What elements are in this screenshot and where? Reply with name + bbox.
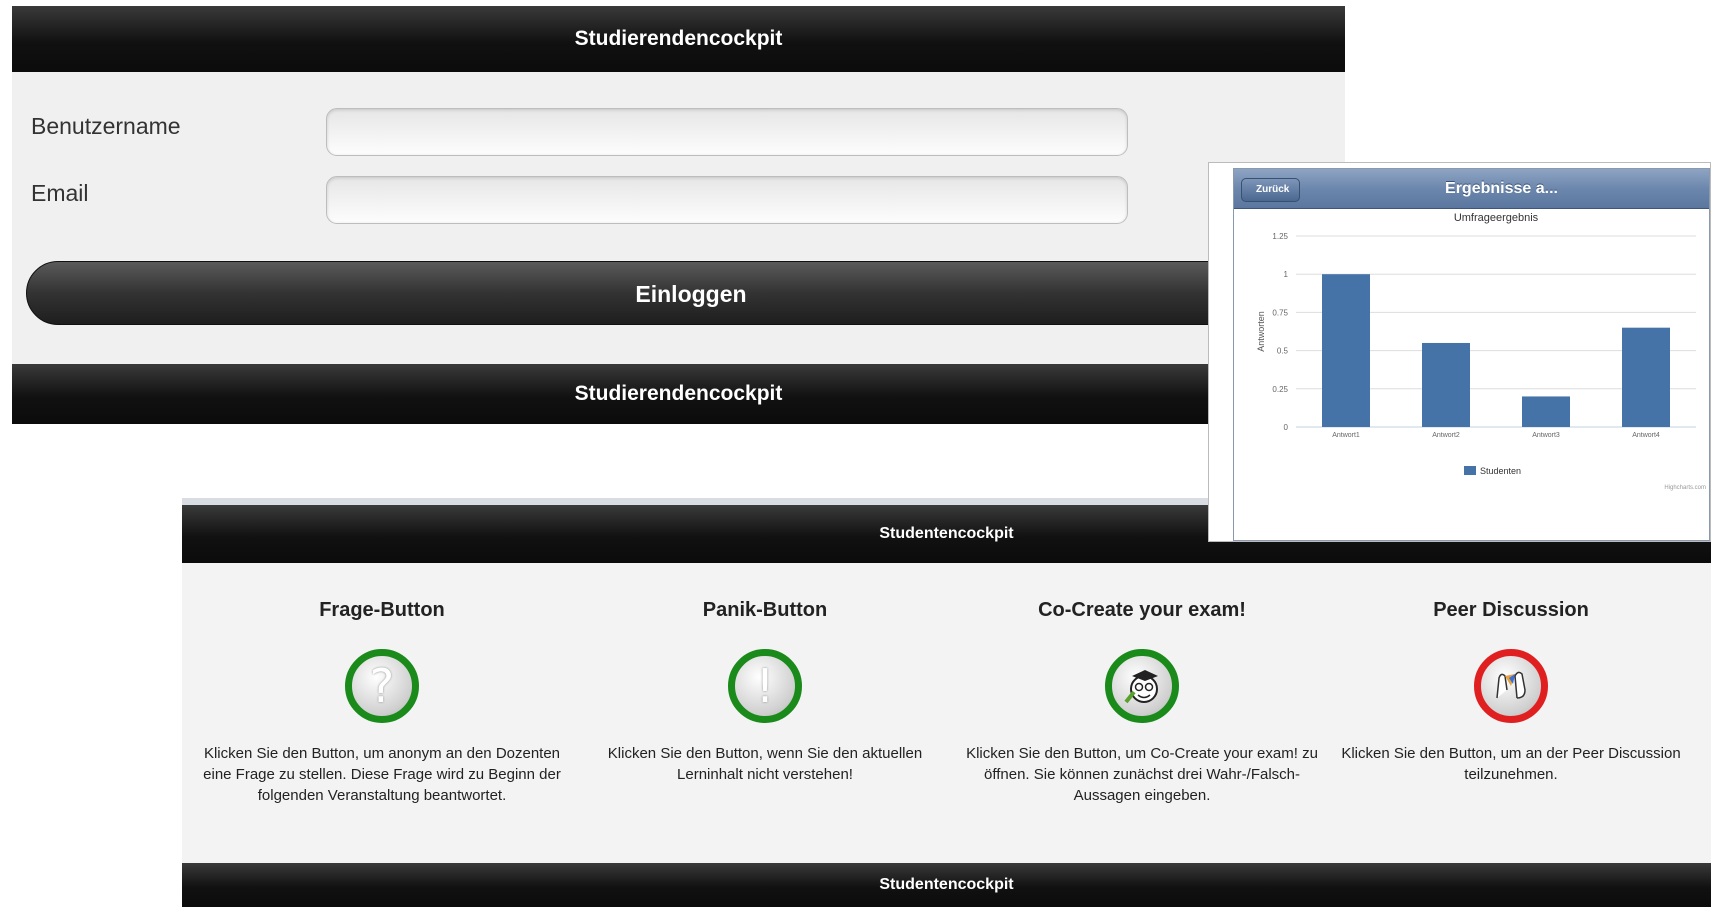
x-tick-label: Antwort2 — [1432, 432, 1460, 439]
legend-swatch — [1464, 466, 1476, 475]
exclamation-icon[interactable]: ! — [728, 649, 802, 723]
username-input[interactable] — [326, 108, 1128, 156]
x-tick-label: Antwort4 — [1632, 432, 1660, 439]
y-tick-label: 0.25 — [1272, 385, 1288, 394]
card-peer-discussion: Peer Discussion Klicken Sie den Button, … — [1321, 595, 1701, 785]
bar-antwort1 — [1322, 274, 1370, 427]
dashboard-panel: Studentencockpit Frage-Button ? Klicken … — [182, 505, 1711, 907]
results-navbar: Zurück Ergebnisse a... — [1234, 169, 1709, 209]
results-title: Ergebnisse a... — [1445, 180, 1558, 197]
card-description: Klicken Sie den Button, um an der Peer D… — [1341, 745, 1681, 783]
card-title: Panik-Button — [702, 599, 828, 621]
card-frage: Frage-Button ? Klicken Sie den Button, u… — [192, 595, 572, 806]
x-tick-label: Antwort3 — [1532, 432, 1560, 439]
card-panik: Panik-Button ! Klicken Sie den Button, w… — [575, 595, 955, 785]
card-description: Klicken Sie den Button, um anonym an den… — [203, 745, 561, 804]
bar-antwort3 — [1522, 396, 1570, 427]
results-panel: Zurück Ergebnisse a... Umfrageergebnis An… — [1208, 162, 1711, 542]
card-co-create: Co-Create your exam! Klicken Sie den But… — [952, 595, 1332, 806]
login-header: Studierendencockpit — [12, 6, 1345, 72]
card-title: Frage-Button — [319, 599, 445, 621]
exam-face-icon — [1124, 670, 1158, 704]
card-description: Klicken Sie den Button, wenn Sie den akt… — [607, 745, 923, 783]
chart-title: Umfrageergebnis — [1454, 212, 1539, 224]
x-tick-label: Antwort1 — [1332, 432, 1360, 439]
bar-antwort4 — [1622, 327, 1670, 427]
dashboard-footer: Studentencockpit — [182, 863, 1711, 907]
y-tick-label: 0.75 — [1272, 308, 1288, 317]
y-tick-label: 0.5 — [1277, 347, 1289, 356]
login-panel: Studierendencockpit Benutzername Email S… — [12, 6, 1345, 424]
results-screen: Zurück Ergebnisse a... Umfrageergebnis An… — [1233, 168, 1710, 541]
chart-credit: Highcharts.com — [1664, 485, 1706, 491]
login-footer: Studierendencockpit — [12, 364, 1345, 424]
card-description: Klicken Sie den Button, um Co-Create you… — [966, 745, 1318, 804]
y-tick-label: 1.25 — [1272, 232, 1288, 241]
username-label: Benutzername — [31, 113, 181, 139]
discussion-icon[interactable] — [1474, 649, 1548, 723]
email-label: Email — [31, 180, 89, 206]
y-axis-label: Antworten — [1256, 311, 1266, 352]
bar-antwort2 — [1422, 342, 1470, 427]
y-tick-label: 0 — [1284, 423, 1289, 432]
question-icon[interactable]: ? — [345, 649, 419, 723]
card-title: Peer Discussion — [1433, 599, 1589, 621]
login-button[interactable]: Einloggen — [26, 261, 1356, 325]
exam-icon[interactable] — [1105, 649, 1179, 723]
card-title: Co-Create your exam! — [1038, 599, 1246, 621]
legend-label: Studenten — [1480, 466, 1521, 476]
discussion-hands-icon — [1496, 671, 1526, 699]
y-tick-label: 1 — [1284, 270, 1289, 279]
results-chart: Umfrageergebnis Antworten 0 0.25 0.5 0.75 1 1.2… — [1256, 212, 1706, 491]
email-input[interactable] — [326, 176, 1128, 224]
